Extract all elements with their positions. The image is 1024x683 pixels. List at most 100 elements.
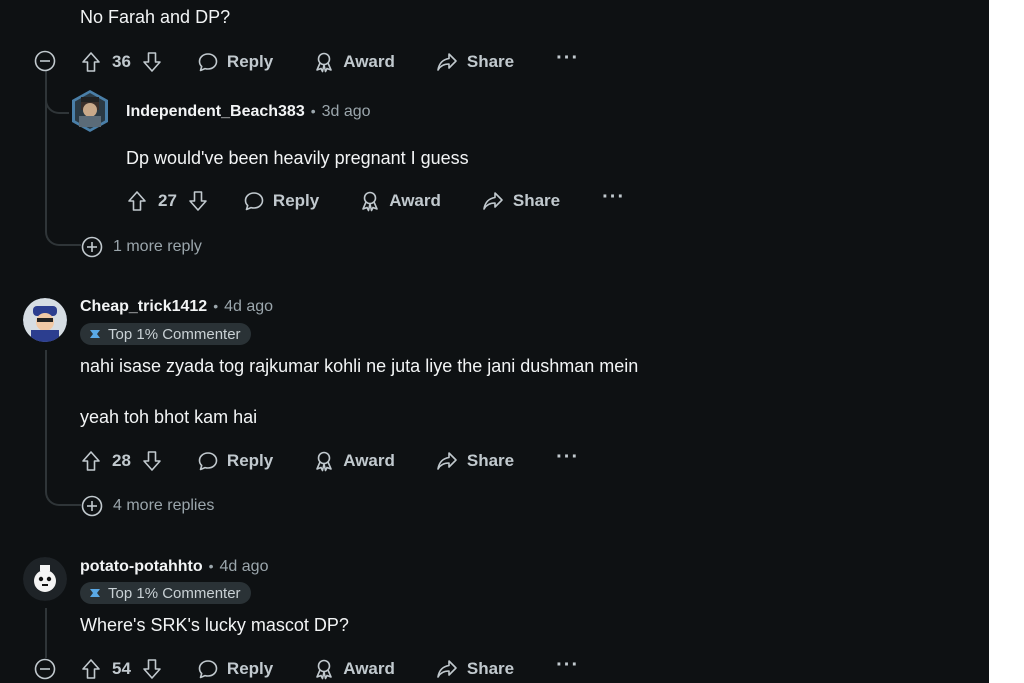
collapse-icon[interactable] — [34, 658, 56, 680]
flair-icon — [90, 589, 100, 597]
comment-body-line: yeah toh bhot kam hai — [80, 407, 258, 427]
more-replies-label: 4 more replies — [113, 497, 215, 514]
reply-icon — [198, 53, 218, 72]
reply-button[interactable]: Reply — [243, 190, 319, 212]
separator: • — [310, 103, 316, 119]
comment-thread: No Farah and DP? 36 Reply Award Share ··… — [0, 0, 989, 683]
comment-actions: 28 Reply Award Share ··· — [80, 447, 579, 475]
more-replies-label: 1 more reply — [113, 238, 202, 255]
share-icon — [483, 192, 503, 210]
vote-count: 27 — [158, 191, 177, 210]
share-label: Share — [466, 451, 515, 470]
author-name[interactable]: Independent_Beach383 — [126, 103, 305, 120]
comment-age[interactable]: 4d ago — [220, 558, 269, 575]
share-icon — [437, 452, 457, 470]
upvote-icon[interactable] — [80, 658, 102, 680]
reply-button[interactable]: Reply — [197, 450, 273, 472]
thread-line[interactable] — [45, 608, 47, 658]
vote-controls: 36 — [80, 51, 163, 73]
vote-count: 28 — [112, 451, 131, 470]
comment-actions: 36 Reply Award Share ··· — [80, 48, 579, 76]
award-icon — [362, 191, 379, 212]
award-label: Award — [343, 659, 395, 678]
thread-connector — [45, 72, 69, 114]
share-label: Share — [512, 191, 561, 210]
more-options-button[interactable]: ··· — [556, 447, 579, 467]
share-button[interactable]: Share — [435, 51, 514, 73]
avatar[interactable] — [69, 88, 111, 134]
expand-icon — [81, 495, 103, 517]
reply-label: Reply — [226, 52, 274, 71]
separator: • — [208, 558, 214, 574]
separator: • — [213, 298, 219, 314]
flair-label: Top 1% Commenter — [108, 584, 241, 602]
avatar[interactable] — [23, 557, 67, 601]
comment-actions: 27 Reply Award Share ··· — [126, 187, 625, 215]
share-button[interactable]: Share — [435, 658, 514, 680]
expand-icon — [81, 236, 103, 258]
vote-controls: 54 — [80, 658, 163, 680]
share-icon — [437, 53, 457, 71]
more-options-button[interactable]: ··· — [556, 48, 579, 68]
user-flair: Top 1% Commenter — [80, 582, 251, 604]
reply-header: Independent_Beach383 • 3d ago — [126, 103, 371, 121]
comment-body-line: nahi isase zyada tog rajkumar kohli ne j… — [80, 356, 639, 376]
author-name[interactable]: potato-potahhto — [80, 558, 203, 575]
downvote-icon[interactable] — [141, 658, 163, 680]
share-label: Share — [466, 52, 515, 71]
award-label: Award — [389, 191, 441, 210]
more-replies-link[interactable]: 4 more replies — [81, 495, 214, 517]
downvote-icon[interactable] — [187, 190, 209, 212]
thread-line[interactable] — [45, 350, 47, 490]
user-flair: Top 1% Commenter — [80, 323, 251, 345]
award-icon — [316, 52, 333, 73]
share-button[interactable]: Share — [435, 450, 514, 472]
award-label: Award — [343, 52, 395, 71]
upvote-icon[interactable] — [126, 190, 148, 212]
reply-button[interactable]: Reply — [197, 51, 273, 73]
award-button[interactable]: Award — [313, 658, 395, 680]
reply-icon — [244, 192, 264, 211]
reply-label: Reply — [272, 191, 320, 210]
vote-controls: 28 — [80, 450, 163, 472]
more-options-button[interactable]: ··· — [556, 655, 579, 675]
upvote-icon[interactable] — [80, 450, 102, 472]
reply-label: Reply — [226, 451, 274, 470]
comment-age[interactable]: 4d ago — [224, 298, 273, 315]
vote-count: 54 — [112, 659, 131, 678]
collapse-icon[interactable] — [34, 50, 56, 72]
comment-age[interactable]: 3d ago — [322, 103, 371, 120]
downvote-icon[interactable] — [141, 450, 163, 472]
comment-body: Dp would've been heavily pregnant I gues… — [126, 148, 469, 168]
comment-actions: 54 Reply Award Share ··· — [80, 655, 579, 683]
reply-button[interactable]: Reply — [197, 658, 273, 680]
award-button[interactable]: Award — [313, 450, 395, 472]
thread-connector — [45, 210, 81, 246]
author-name[interactable]: Cheap_trick1412 — [80, 298, 207, 315]
share-icon — [437, 660, 457, 678]
comment-header: potato-potahhto • 4d ago — [80, 558, 268, 576]
award-icon — [316, 451, 333, 472]
reply-icon — [198, 660, 218, 679]
reply-label: Reply — [226, 659, 274, 678]
thread-connector — [45, 470, 81, 506]
more-options-button[interactable]: ··· — [602, 187, 625, 207]
comment-body: Where's SRK's lucky mascot DP? — [80, 615, 349, 635]
avatar[interactable] — [23, 298, 67, 342]
more-replies-link[interactable]: 1 more reply — [81, 236, 202, 258]
downvote-icon[interactable] — [141, 51, 163, 73]
vote-controls: 27 — [126, 190, 209, 212]
comment-body: No Farah and DP? — [80, 7, 231, 27]
vote-count: 36 — [112, 52, 131, 71]
reply-icon — [198, 452, 218, 471]
share-label: Share — [466, 659, 515, 678]
share-button[interactable]: Share — [481, 190, 560, 212]
flair-label: Top 1% Commenter — [108, 325, 241, 343]
flair-icon — [90, 330, 100, 338]
award-label: Award — [343, 451, 395, 470]
upvote-icon[interactable] — [80, 51, 102, 73]
award-button[interactable]: Award — [313, 51, 395, 73]
award-icon — [316, 659, 333, 680]
award-button[interactable]: Award — [359, 190, 441, 212]
comment-header: Cheap_trick1412 • 4d ago — [80, 298, 273, 316]
